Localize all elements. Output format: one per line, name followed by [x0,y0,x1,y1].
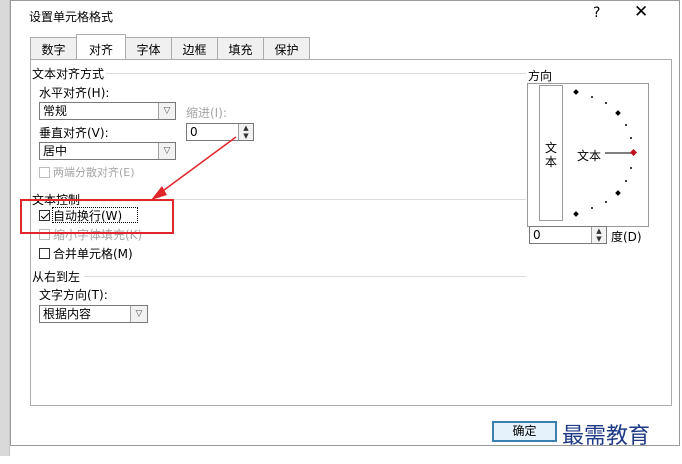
annotation-arrow [151,136,237,200]
watermark-text: 最需教育 [562,424,651,449]
tab-alignment-label: 对齐 [88,43,113,57]
arrow-head [151,186,167,200]
arrow-shaft [159,136,237,194]
tab-alignment[interactable]: 对齐 [76,34,126,57]
screenshot-frame: 设置单元格格式 ? ✕ 数字 对齐 字体 边框 填充 保护 文本对齐方式 水平对… [0,0,680,456]
